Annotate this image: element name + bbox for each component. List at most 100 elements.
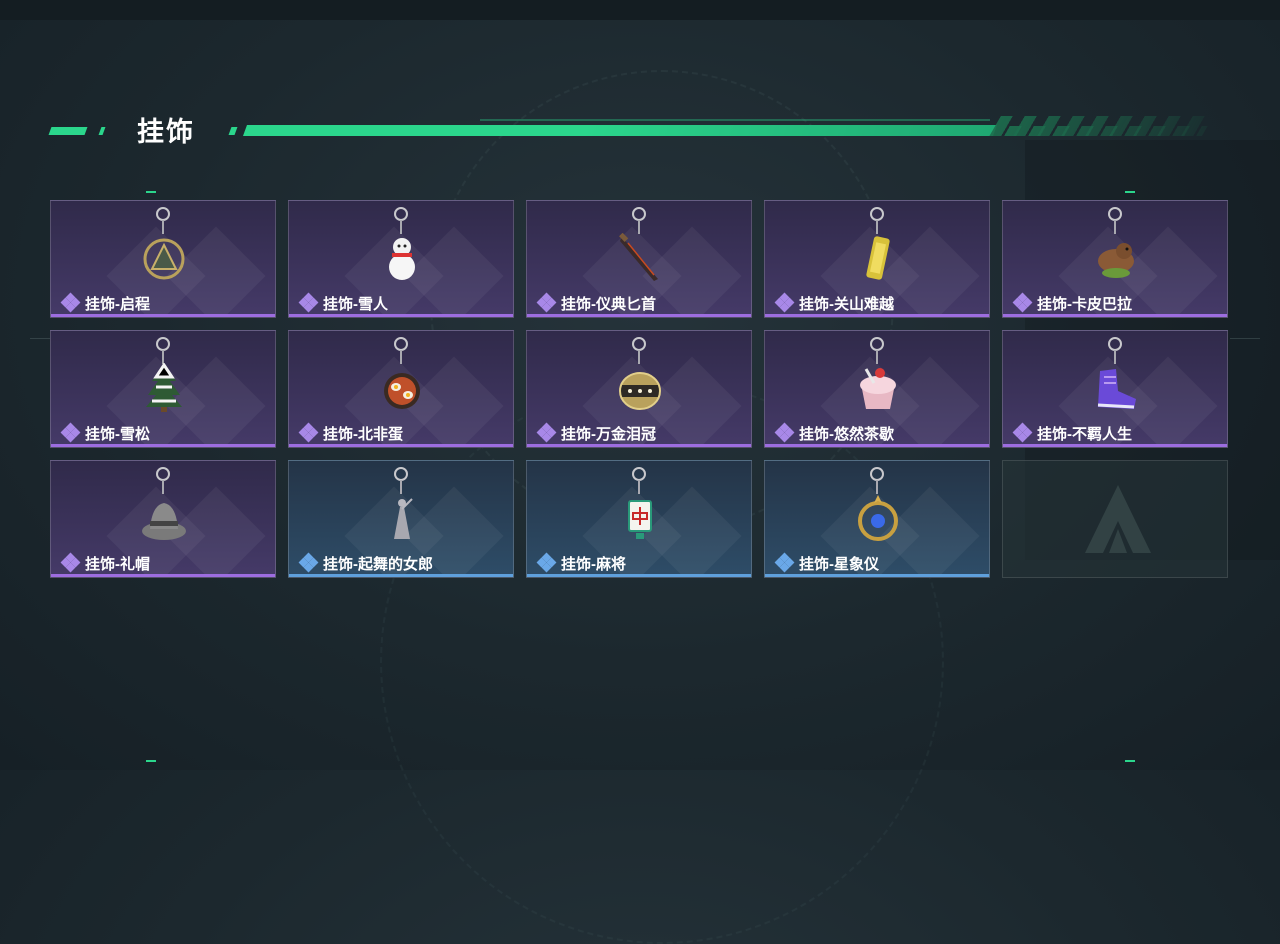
charm-image [1086,337,1146,421]
charm-name: 挂饰-雪人 [323,296,388,313]
chain [400,350,402,364]
rarity-strip [1003,314,1227,317]
rarity-strip [527,314,751,317]
charm-image [848,467,908,551]
rarity-strip [51,444,275,447]
charm-name: 挂饰-启程 [85,296,150,313]
rarity-strip [1003,444,1227,447]
keyring-icon [870,207,884,221]
chain [876,350,878,364]
header-line [242,125,998,136]
keyring-icon [156,337,170,351]
charm-name: 挂饰-星象仪 [799,556,879,573]
chain [400,480,402,494]
rarity-icon [774,552,795,573]
charm-image [848,337,908,421]
keyring-icon [156,207,170,221]
charm-card[interactable]: 挂饰-万金泪冠 [526,330,752,448]
rarity-strip [765,314,989,317]
header-thin-line [480,119,990,121]
charm-name: 挂饰-雪松 [85,426,150,443]
chain [1114,350,1116,364]
charm-name: 挂饰-仪典匕首 [561,296,656,313]
section-title: 挂饰 [137,117,195,147]
header-accent [98,127,106,135]
charm-card[interactable]: 挂饰-不羁人生 [1002,330,1228,448]
charm-card[interactable]: 挂饰-雪人 [288,200,514,318]
header-accent [48,127,88,135]
chain [162,350,164,364]
charm-image [372,207,432,291]
charm-image [610,207,670,291]
rarity-strip [765,444,989,447]
rarity-strip [289,444,513,447]
chain [400,220,402,234]
rarity-strip [289,314,513,317]
charm-card[interactable]: 挂饰-关山难越 [764,200,990,318]
rarity-icon [60,422,81,443]
chain [876,480,878,494]
section-header: 挂饰 [0,108,1280,148]
rarity-icon [536,552,557,573]
divider [30,338,50,339]
corner-tick [146,191,156,193]
charm-card[interactable]: 挂饰-起舞的女郎 [288,460,514,578]
mahjong-charm-icon [628,500,652,539]
charm-image [134,467,194,551]
keyring-icon [394,337,408,351]
crown-charm-icon [619,372,661,410]
charm-name: 挂饰-关山难越 [799,296,894,313]
charm-image [610,337,670,421]
charm-name: 挂饰-悠然茶歇 [799,426,894,443]
charm-image [372,337,432,421]
charm-card[interactable]: 挂饰-北非蛋 [288,330,514,448]
keyring-icon [156,467,170,481]
rarity-icon [774,422,795,443]
rarity-icon [536,292,557,313]
charm-card[interactable]: 挂饰-星象仪 [764,460,990,578]
charm-image [134,207,194,291]
chain [638,220,640,234]
medallion-charm-icon [143,238,185,280]
astrolabe-charm-icon [858,495,898,541]
chain [638,480,640,494]
charm-card[interactable]: 挂饰-仪典匕首 [526,200,752,318]
capybara-charm-icon [1098,243,1134,278]
game-logo-icon [1085,485,1151,553]
pine-tree-charm-icon [146,363,182,412]
shakshuka-charm-icon [384,373,420,409]
rarity-strip [51,314,275,317]
gold-bar-charm-icon [866,236,890,280]
chain [876,220,878,234]
chain [1114,220,1116,234]
keyring-icon [1108,337,1122,351]
divider [1230,338,1260,339]
snowman-charm-icon [389,238,415,280]
keyring-icon [394,207,408,221]
charm-card[interactable]: 挂饰-启程 [50,200,276,318]
sneaker-charm-icon [1097,369,1136,409]
corner-tick [146,760,156,762]
keyring-icon [632,467,646,481]
chain [162,480,164,494]
keyring-icon [870,337,884,351]
rarity-icon [536,422,557,443]
charm-card[interactable]: 挂饰-麻将 [526,460,752,578]
header-accent [228,127,238,135]
rarity-icon [774,292,795,313]
rarity-icon [1012,422,1033,443]
charm-card[interactable]: 挂饰-雪松 [50,330,276,448]
charm-image [1086,207,1146,291]
charm-name: 挂饰-起舞的女郎 [323,556,433,573]
keyring-icon [1108,207,1122,221]
rarity-icon [298,422,319,443]
charm-card[interactable]: 挂饰-悠然茶歇 [764,330,990,448]
keyring-icon [632,337,646,351]
empty-slot[interactable] [1002,460,1228,578]
charm-name: 挂饰-麻将 [561,556,626,573]
charm-card[interactable]: 挂饰-礼帽 [50,460,276,578]
charm-name: 挂饰-礼帽 [85,556,150,573]
charm-card[interactable]: 挂饰-卡皮巴拉 [1002,200,1228,318]
charm-image [610,467,670,551]
rarity-icon [60,292,81,313]
